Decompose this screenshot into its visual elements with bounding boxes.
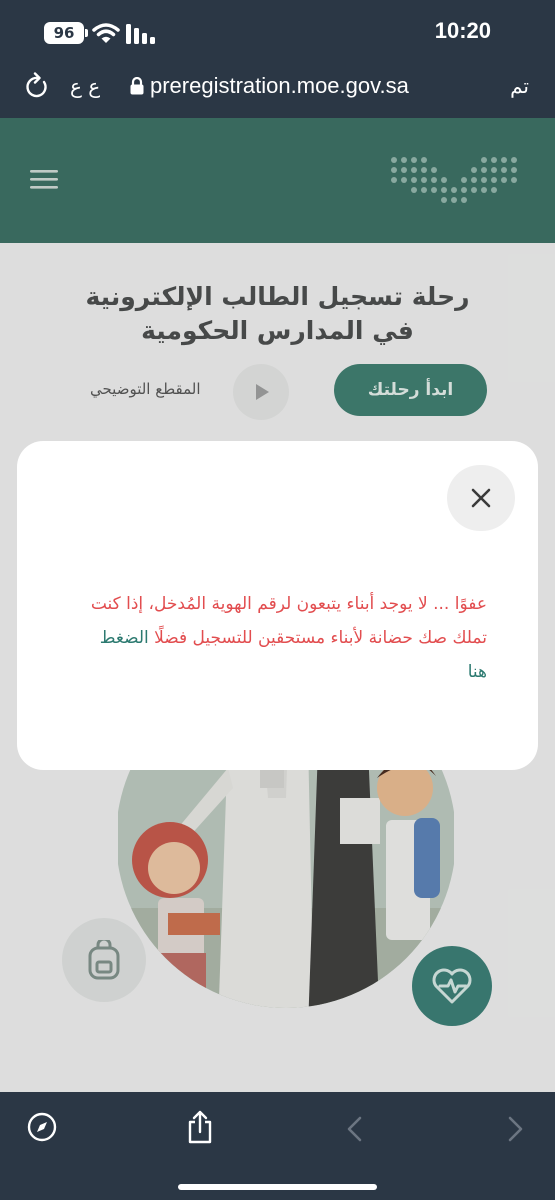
error-message-text: عفوًا ... لا يوجد أبناء يتبعون لرقم الهو… xyxy=(90,594,487,648)
forward-arrow-icon[interactable] xyxy=(508,1116,524,1142)
compass-icon[interactable] xyxy=(27,1112,57,1142)
back-arrow-icon[interactable] xyxy=(346,1116,362,1142)
browser-toolbar xyxy=(0,1092,555,1200)
reload-icon[interactable] xyxy=(24,72,50,100)
battery-cap xyxy=(85,29,88,37)
browser-url-bar: ع ع preregistration.moe.gov.sa تم xyxy=(0,62,555,118)
close-icon xyxy=(471,488,491,508)
error-modal: عفوًا ... لا يوجد أبناء يتبعون لرقم الهو… xyxy=(17,441,538,770)
error-message: عفوًا ... لا يوجد أبناء يتبعون لرقم الهو… xyxy=(77,587,487,689)
close-button[interactable] xyxy=(447,465,515,531)
signal-icon xyxy=(126,24,155,44)
battery-indicator: 96 xyxy=(44,22,84,44)
done-button[interactable]: تم xyxy=(510,74,529,98)
lock-icon xyxy=(130,77,144,95)
url-text[interactable]: preregistration.moe.gov.sa xyxy=(150,73,409,99)
status-bar: 96 10:20 xyxy=(0,0,555,62)
clock: 10:20 xyxy=(434,18,491,43)
text-size-button[interactable]: ع ع xyxy=(70,74,100,98)
share-icon[interactable] xyxy=(186,1110,214,1144)
home-indicator[interactable] xyxy=(178,1184,377,1190)
wifi-icon xyxy=(92,23,120,43)
